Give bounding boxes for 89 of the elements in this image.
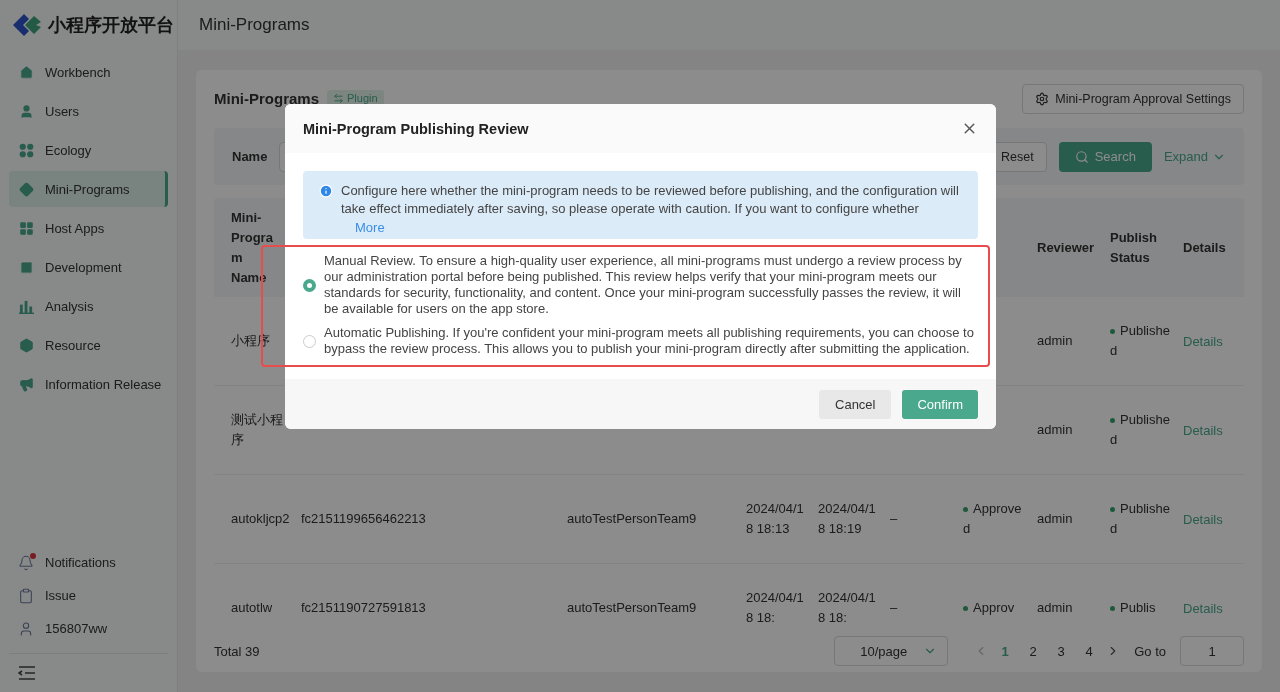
logo-icon (12, 13, 42, 37)
column-header: Publish Status (1110, 228, 1158, 267)
page-button[interactable]: 2 (1022, 643, 1045, 659)
confirm-button[interactable]: Confirm (902, 389, 978, 419)
approval-settings-button[interactable]: Mini-Program Approval Settings (1022, 84, 1244, 114)
bell-icon (18, 554, 34, 571)
sidebar-label: Resource (45, 337, 101, 353)
column-header: Reviewer (1037, 238, 1096, 257)
cancel-button[interactable]: Cancel (819, 389, 892, 419)
sidebar-label: Analysis (45, 298, 94, 314)
sidebar-item[interactable]: Ecology (9, 132, 168, 168)
four-dots-icon (19, 142, 34, 158)
gear-icon (1035, 92, 1050, 106)
table-cell-text: autoTestPersonTeam9 (567, 599, 698, 617)
sidebar-label: Information Release (45, 376, 162, 392)
sidebar-label: Host Apps (45, 220, 105, 236)
table-cell-text: fc2151190727591813 (301, 599, 427, 617)
grid-icon (19, 220, 34, 236)
table-cell-text: – (890, 599, 899, 617)
page-button[interactable]: 3 (1050, 643, 1073, 659)
table-cell-text: 2024/04/18 18:13 (746, 500, 805, 538)
more-link[interactable]: More (341, 220, 385, 235)
sidebar-label: Notifications (45, 555, 116, 570)
info-icon (319, 184, 333, 198)
user-icon (18, 620, 34, 637)
home-icon (19, 64, 34, 80)
sidebar-label: 156807ww (45, 621, 108, 636)
sidebar-label: Development (45, 259, 122, 275)
radio-button[interactable] (303, 278, 316, 292)
table-cell-text: 测试小程序 (231, 411, 284, 449)
total-count: Total 39 (214, 643, 260, 659)
table-cell-text: autoTestPersonTeam9 (567, 510, 698, 528)
table-cell-text: admin (1037, 510, 1074, 528)
sidebar-footer-item[interactable]: 156807ww (0, 612, 177, 645)
goto-input[interactable]: 1 (1180, 636, 1244, 666)
sidebar-label: Mini-Programs (45, 181, 130, 197)
table-cell-text: admin (1037, 599, 1074, 617)
sidebar-label: Workbench (45, 64, 111, 80)
diamond-icon (19, 181, 34, 197)
table-cell-text: 2024/04/18 18: (746, 589, 805, 627)
sidebar-item[interactable]: Host Apps (9, 210, 168, 246)
dialog-title: Mini-Program Publishing Review (303, 120, 529, 137)
sidebar-label: Ecology (45, 142, 92, 158)
table-cell-text: fc2151199656462213 (301, 510, 427, 528)
brand-name: 小程序开放平台 (48, 14, 174, 37)
page-title: Mini-Programs (178, 0, 1280, 50)
table-cell-text: autokljcp2 (231, 510, 291, 528)
sidebar-item[interactable]: Development (9, 249, 168, 285)
page-size-select[interactable]: 10/page (834, 636, 949, 666)
sidebar-label: Users (45, 103, 79, 119)
user-icon (19, 103, 34, 119)
sidebar-item[interactable]: Resource (9, 327, 168, 363)
radio-button[interactable] (303, 334, 316, 348)
sidebar-footer-item[interactable]: Issue (0, 579, 177, 612)
status-cell: Publis (1110, 598, 1183, 618)
table-cell-text: admin (1037, 332, 1074, 350)
table-cell-text: – (890, 510, 899, 528)
bar-chart-icon (19, 298, 34, 314)
page-button[interactable]: 4 (1078, 643, 1101, 659)
status-cell-text: Published (1110, 322, 1171, 360)
status-cell: Approv (963, 598, 1037, 618)
table-cell-text: admin (1037, 421, 1074, 439)
sidebar-item[interactable]: Analysis (9, 288, 168, 324)
option-text: Manual Review. To ensure a high-quality user experience, all mini-programs must undergo a review process by our administration portal before being published. This review helps verify that your mini-program meets our standards for security, functionality, and content. Once your mini-program successfully passes the review, it will be available for users on the app store. (324, 253, 963, 317)
table-cell-text: 2024/04/18 18: (818, 589, 877, 627)
hexagon-icon (19, 337, 34, 353)
status-cell-text: Approved (963, 500, 1023, 538)
option-text: Automatic Publishing. If you're confident your mini-program meets all publishing requirements, you can choose to bypass the review process. This allows you to publish your mini-program directly after submitting the application. (324, 325, 975, 357)
status-cell-text: Published (1110, 411, 1171, 449)
sidebar-item[interactable]: Information Release (9, 366, 168, 402)
status-cell-text: Published (1110, 500, 1171, 538)
table-cell-text: 2024/04/18 18:19 (818, 500, 877, 538)
notice-text: Configure here whether the mini-program needs to be reviewed before publishing, and the configuration will take effect immediately after saving, so please operate with caution. If you want to configure whether (341, 182, 960, 218)
sidebar-item[interactable]: Mini-Programs (9, 171, 168, 207)
sidebar-item[interactable]: Workbench (9, 54, 168, 90)
swap-arrows-icon (333, 92, 344, 104)
megaphone-icon (19, 376, 34, 392)
column-header: Details (1183, 238, 1227, 257)
card-title: Mini-Programs (214, 90, 319, 107)
sidebar-label: Issue (45, 588, 77, 603)
search-icon (1074, 149, 1089, 164)
sidebar-footer-item[interactable]: Notifications (0, 546, 177, 579)
filter-label: Name (232, 149, 268, 164)
collapse-menu-icon[interactable] (18, 665, 36, 681)
table-cell-text: autotlw (231, 599, 274, 617)
clipboard-icon (18, 587, 34, 604)
sidebar-item[interactable]: Users (9, 93, 168, 129)
goto-label: Go to (1134, 643, 1166, 659)
terminal-icon (19, 259, 34, 275)
